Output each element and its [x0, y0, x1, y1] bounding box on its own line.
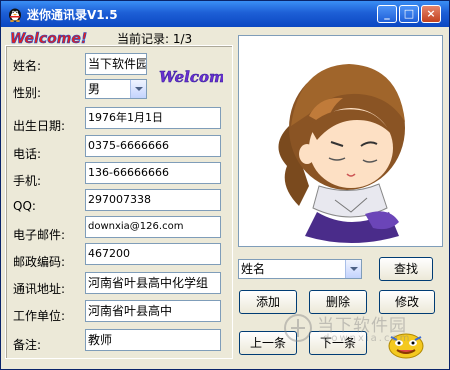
penguin-icon [9, 8, 21, 22]
title-bar[interactable]: 迷你通讯录V1.5 _ □ × [1, 1, 449, 27]
watermark: 当下软件园 downxia.com [283, 307, 433, 353]
gender-label: 性别: [13, 86, 42, 100]
close-button[interactable]: × [421, 5, 441, 23]
chevron-down-icon[interactable] [345, 260, 361, 278]
maximize-button[interactable]: □ [399, 5, 419, 23]
minimize-button[interactable]: _ [377, 5, 397, 23]
work-label: 工作单位: [13, 309, 66, 323]
app-window: 迷你通讯录V1.5 _ □ × Welcome! 当前记录: 1/3 姓名: 当… [0, 0, 450, 370]
address-label: 通讯地址: [13, 282, 66, 296]
svg-text:Welcome!: Welcome! [10, 31, 87, 45]
chevron-down-icon[interactable] [130, 80, 146, 98]
cartoon-avatar-image [278, 64, 405, 243]
phone-field[interactable]: 0375-6666666 [85, 135, 221, 157]
name-label: 姓名: [13, 59, 42, 73]
search-field-value: 姓名 [241, 262, 266, 276]
search-button[interactable]: 查找 [379, 257, 433, 281]
name-field[interactable]: 当下软件园 [85, 53, 147, 75]
mobile-field[interactable]: 136-66666666 [85, 162, 221, 184]
gender-value: 男 [88, 82, 101, 96]
gender-select[interactable]: 男 [85, 79, 147, 99]
svg-text:Welcome: Welcome [159, 68, 223, 86]
zip-field[interactable]: 467200 [85, 243, 221, 265]
email-label: 电子邮件: [13, 228, 66, 242]
work-field[interactable]: 河南省叶县高中 [85, 300, 221, 322]
welcome-logo: Welcome! [10, 31, 88, 45]
mobile-label: 手机: [13, 174, 42, 188]
address-field[interactable]: 河南省叶县高中化学组 [85, 272, 221, 294]
zip-label: 邮政编码: [13, 255, 66, 269]
email-field[interactable]: downxia@126.com [85, 216, 221, 238]
birth-label: 出生日期: [13, 119, 66, 133]
note-field[interactable]: 教师 [85, 329, 221, 351]
welcome-badge-image: Welcome [159, 68, 223, 87]
qq-label: QQ: [13, 199, 36, 213]
contact-photo [238, 35, 443, 247]
birth-field[interactable]: 1976年1月1日 [85, 107, 221, 129]
watermark-logo-icon [284, 314, 312, 342]
search-field-select[interactable]: 姓名 [238, 259, 362, 279]
qq-field[interactable]: 297007338 [85, 189, 221, 211]
phone-label: 电话: [13, 147, 42, 161]
watermark-subtext: downxia.com [323, 333, 412, 344]
window-title: 迷你通讯录V1.5 [27, 8, 118, 22]
note-label: 备注: [13, 338, 42, 352]
